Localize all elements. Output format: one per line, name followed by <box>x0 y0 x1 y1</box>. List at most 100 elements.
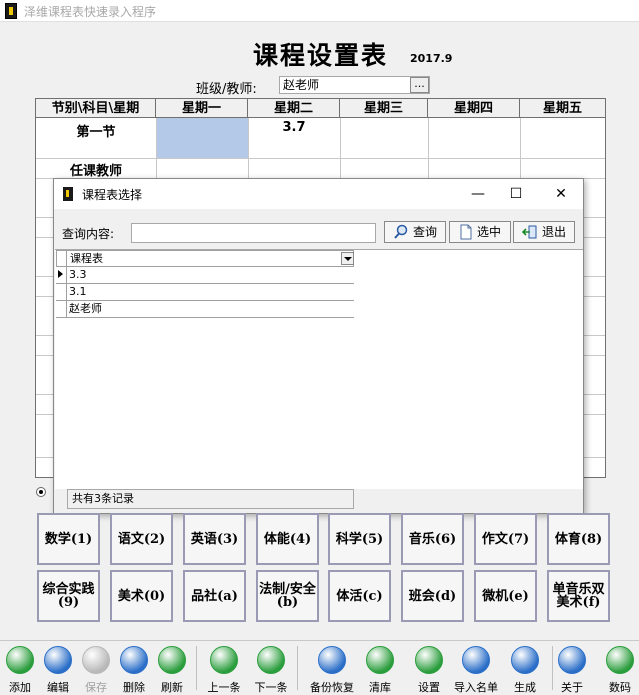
toolbar-button[interactable]: 生成 <box>506 642 544 694</box>
subject-button[interactable]: 品社(a) <box>183 570 246 622</box>
subject-button-label: 班会(d) <box>408 588 457 604</box>
toolbar-button[interactable]: 下一条 <box>252 642 290 694</box>
exit-icon <box>521 225 537 239</box>
list-item[interactable]: 赵老师 <box>56 301 354 318</box>
minimize-icon[interactable]: — <box>464 184 492 204</box>
grid-header-corner: 节别\科目\星期 <box>36 99 156 118</box>
class-field[interactable]: 赵老师 <box>279 76 430 94</box>
toolbar-button[interactable]: 清库 <box>361 642 399 694</box>
course-select-dialog: 课程表选择 — ☐ ✕ 查询内容: 查询 选中 退出 课程表 3.3 3.1 赵… <box>53 178 584 514</box>
subject-button[interactable]: 科学(5) <box>328 513 391 565</box>
subject-button-label: 法制/安全(b) <box>259 582 316 610</box>
subject-button-label: 体育(8) <box>554 531 603 547</box>
subject-button[interactable]: 体育(8) <box>547 513 610 565</box>
save-icon <box>82 646 110 674</box>
row-label-teacher: 任课教师 <box>36 160 156 179</box>
grid-header-tuesday: 星期二 <box>248 99 340 118</box>
subject-button[interactable]: 音乐(6) <box>401 513 464 565</box>
subject-button-label: 作文(7) <box>481 531 530 547</box>
subject-button[interactable]: 数学(1) <box>37 513 100 565</box>
grid-cell-tuesday-p1[interactable]: 3.7 <box>248 118 340 138</box>
backup-icon <box>318 646 346 674</box>
toolbar-button-label: 备份恢复 <box>310 681 354 694</box>
row-label-period1: 第一节 <box>76 125 116 140</box>
toolbar-button[interactable]: 刷新 <box>153 642 191 694</box>
subject-button-label: 数学(1) <box>44 531 93 547</box>
class-browse-button[interactable]: ... <box>410 77 429 93</box>
subject-button[interactable]: 语文(2) <box>110 513 173 565</box>
add-icon <box>6 646 34 674</box>
grid-header-friday: 星期五 <box>520 99 605 118</box>
subject-button[interactable]: 综合实践(9) <box>37 570 100 622</box>
dialog-titlebar: 课程表选择 — ☐ ✕ <box>54 179 583 209</box>
toolbar-button-label: 生成 <box>514 681 536 694</box>
toolbar-button-label: 关于 <box>561 681 583 694</box>
query-button[interactable]: 查询 <box>384 221 446 243</box>
exit-button[interactable]: 退出 <box>513 221 575 243</box>
subject-button[interactable]: 单音乐双美术(f) <box>547 570 610 622</box>
toolbar-button[interactable]: 备份恢复 <box>310 642 354 694</box>
document-icon <box>460 224 472 240</box>
list-item[interactable]: 3.3 <box>56 267 354 284</box>
list-item[interactable]: 3.1 <box>56 284 354 301</box>
subject-button[interactable]: 作文(7) <box>474 513 537 565</box>
subject-button[interactable]: 英语(3) <box>183 513 246 565</box>
subject-button[interactable]: 微机(e) <box>474 570 537 622</box>
dialog-app-icon <box>63 187 73 201</box>
list-column-header: 课程表 <box>70 252 103 265</box>
toolbar-button[interactable]: 上一条 <box>205 642 243 694</box>
page-version: 2017.9 <box>410 52 453 65</box>
maximize-icon[interactable]: ☐ <box>502 184 530 204</box>
toolbar-button[interactable]: 关于 <box>553 642 591 694</box>
prev-icon <box>210 646 238 674</box>
toolbar-button[interactable]: 导入名单 <box>454 642 498 694</box>
toolbar-button-label: 导入名单 <box>454 681 498 694</box>
toolbar-button-label: 刷新 <box>161 681 183 694</box>
toolbar-button-label: 下一条 <box>254 681 288 694</box>
grid-header-wednesday: 星期三 <box>340 99 428 118</box>
toolbar-button-label: 设置 <box>418 681 440 694</box>
subject-button[interactable]: 法制/安全(b) <box>256 570 319 622</box>
toolbar-button[interactable]: 数码 <box>601 642 639 694</box>
select-button[interactable]: 选中 <box>449 221 511 243</box>
pen-icon <box>44 646 72 674</box>
list-header: 课程表 <box>56 250 354 267</box>
next-icon <box>257 646 285 674</box>
search-icon <box>394 224 408 239</box>
subject-button[interactable]: 美术(0) <box>110 570 173 622</box>
app-icon <box>5 3 17 19</box>
grid-header-thursday: 星期四 <box>428 99 520 118</box>
subject-button-label: 科学(5) <box>335 531 384 547</box>
mail-icon <box>558 646 586 674</box>
subject-button[interactable]: 体能(4) <box>256 513 319 565</box>
radio-button[interactable] <box>36 487 46 497</box>
class-label: 班级/教师: <box>196 82 257 97</box>
chevron-down-icon[interactable] <box>341 252 354 265</box>
toolbar-separator <box>297 646 298 690</box>
toolbar-button[interactable]: 设置 <box>410 642 448 694</box>
delete-icon <box>120 646 148 674</box>
subject-button[interactable]: 体活(c) <box>328 570 391 622</box>
dialog-title: 课程表选择 <box>82 188 143 202</box>
toolbar-button-label: 数码 <box>609 681 631 694</box>
refresh-icon <box>158 646 186 674</box>
query-input[interactable] <box>131 223 376 243</box>
grid-row-line <box>36 158 605 159</box>
subject-button-label: 英语(3) <box>190 531 239 547</box>
subject-button-label: 品社(a) <box>191 588 238 604</box>
page-title: 课程设置表 <box>253 41 389 70</box>
subject-button-label: 微机(e) <box>482 588 529 604</box>
settings-icon <box>415 646 443 674</box>
subject-button[interactable]: 班会(d) <box>401 570 464 622</box>
window-title: 泽维课程表快速录入程序 <box>24 5 157 19</box>
grid-cell-selected[interactable] <box>156 118 248 158</box>
subject-button-label: 单音乐双美术(f) <box>552 582 605 610</box>
close-icon[interactable]: ✕ <box>547 184 575 204</box>
toolbar-button-label: 上一条 <box>207 681 241 694</box>
subject-button-label: 综合实践(9) <box>42 582 95 610</box>
digital-icon <box>606 646 634 674</box>
select-button-label: 选中 <box>476 225 501 239</box>
subject-button-label: 体活(c) <box>336 588 383 604</box>
clear-icon <box>366 646 394 674</box>
toolbar-button-label: 清库 <box>369 681 391 694</box>
